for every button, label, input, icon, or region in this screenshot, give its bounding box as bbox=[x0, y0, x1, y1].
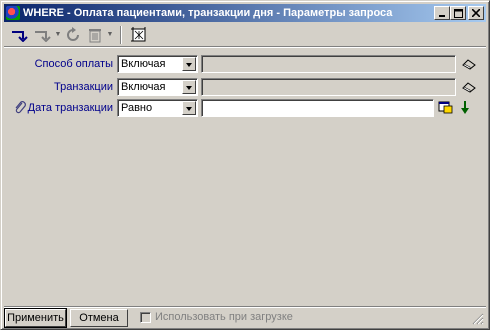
refresh-button[interactable] bbox=[62, 25, 84, 45]
value-field bbox=[201, 78, 456, 96]
toolbar-separator bbox=[120, 25, 122, 44]
insert-arrow-icon bbox=[12, 30, 28, 42]
close-icon bbox=[472, 9, 480, 17]
use-on-load-label: Использовать при загрузке bbox=[155, 311, 293, 323]
query-designer-button[interactable] bbox=[128, 25, 150, 45]
paperclip-icon bbox=[15, 101, 26, 114]
close-button[interactable] bbox=[468, 6, 484, 20]
operator-select[interactable]: Равно bbox=[117, 99, 198, 117]
operator-value: Включая bbox=[121, 81, 166, 93]
trash-icon bbox=[89, 28, 101, 42]
operator-select[interactable]: Включая bbox=[117, 55, 198, 73]
operator-select[interactable]: Включая bbox=[117, 78, 198, 96]
window-controls bbox=[434, 6, 484, 20]
use-on-load-option: Использовать при загрузке bbox=[140, 311, 293, 323]
minimize-icon bbox=[439, 15, 445, 17]
field-row-transaction-date: Дата транзакции Равно bbox=[1, 99, 490, 117]
remove-dropdown-arrow[interactable]: ▼ bbox=[54, 31, 62, 38]
maximize-button[interactable] bbox=[450, 6, 466, 20]
window-title: WHERE - Оплата пациентами, транзакции дн… bbox=[23, 7, 393, 19]
toolbar: ▼ ▼ bbox=[4, 23, 486, 47]
eraser-icon[interactable] bbox=[462, 56, 476, 70]
apply-button[interactable]: Применить bbox=[4, 308, 67, 328]
delete-dropdown-arrow[interactable]: ▼ bbox=[106, 31, 114, 38]
title-bar[interactable]: WHERE - Оплата пациентами, транзакции дн… bbox=[4, 4, 486, 22]
value-field bbox=[201, 55, 456, 73]
chevron-down-icon[interactable] bbox=[182, 101, 196, 115]
calendar-lookup-icon[interactable] bbox=[438, 100, 454, 115]
down-arrow-icon[interactable] bbox=[460, 100, 470, 115]
app-icon bbox=[6, 6, 20, 20]
eraser-icon[interactable] bbox=[462, 79, 476, 93]
maximize-icon bbox=[453, 8, 463, 18]
query-designer-icon bbox=[131, 26, 146, 41]
resize-grip-icon[interactable] bbox=[472, 313, 484, 325]
operator-value: Равно bbox=[121, 102, 153, 114]
chevron-down-icon[interactable] bbox=[182, 57, 196, 71]
field-row-transactions: Транзакции Включая bbox=[1, 78, 490, 96]
insert-button[interactable] bbox=[10, 25, 32, 45]
refresh-icon bbox=[67, 26, 79, 41]
query-parameters-window: WHERE - Оплата пациентами, транзакции дн… bbox=[0, 0, 490, 330]
date-value-input[interactable] bbox=[201, 99, 434, 117]
bottom-bar: Применить Отмена Использовать при загруз… bbox=[4, 306, 486, 328]
field-label: Транзакции bbox=[54, 81, 113, 93]
chevron-down-icon[interactable] bbox=[182, 80, 196, 94]
remove-arrow-icon bbox=[35, 30, 51, 42]
field-label: Способ оплаты bbox=[34, 58, 113, 70]
cancel-button[interactable]: Отмена bbox=[70, 309, 128, 327]
operator-value: Включая bbox=[121, 58, 166, 70]
remove-button[interactable] bbox=[32, 25, 54, 45]
delete-button[interactable] bbox=[84, 25, 106, 45]
field-row-payment-method: Способ оплаты Включая bbox=[1, 55, 490, 73]
field-label: Дата транзакции bbox=[27, 102, 113, 114]
minimize-button[interactable] bbox=[434, 6, 450, 20]
use-on-load-checkbox bbox=[140, 311, 151, 323]
